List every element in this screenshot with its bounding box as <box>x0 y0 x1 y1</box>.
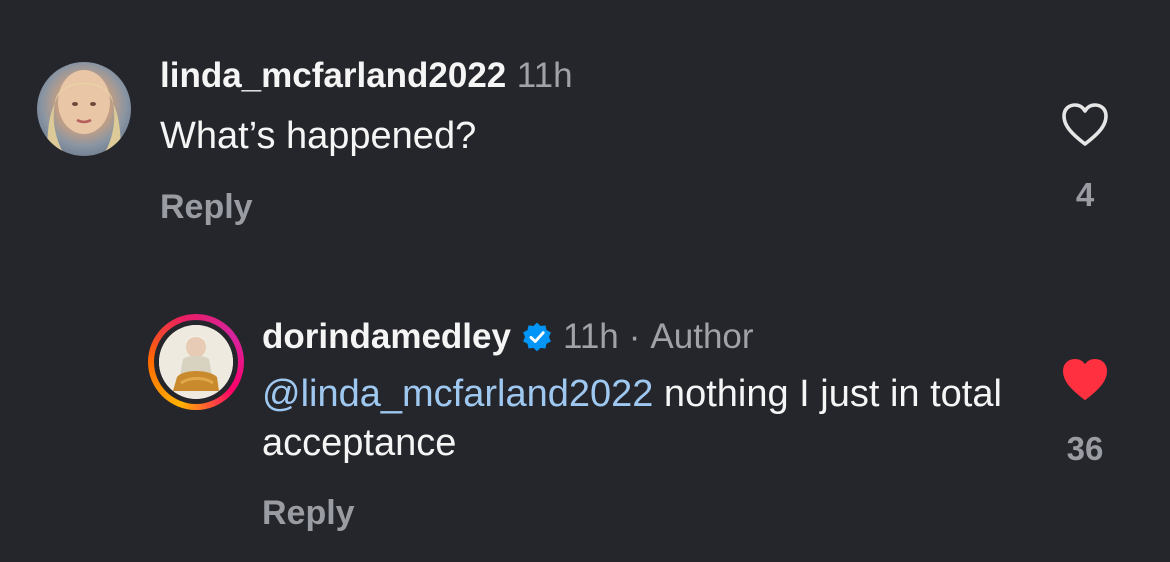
reply-button[interactable]: Reply <box>160 188 253 227</box>
comments-thread: linda_mcfarland2022 11h What’s happened?… <box>0 0 1170 562</box>
avatar[interactable] <box>37 62 131 156</box>
avatar-image <box>47 70 121 156</box>
like-button[interactable] <box>1060 102 1110 153</box>
verified-badge-icon <box>521 321 553 353</box>
like-button[interactable] <box>1060 357 1110 408</box>
comment-username[interactable]: dorindamedley <box>262 317 511 357</box>
heart-outline-icon <box>1062 103 1108 146</box>
mention-link[interactable]: @linda_mcfarland2022 <box>262 373 653 415</box>
meta-separator: · <box>628 317 641 356</box>
author-tag: Author <box>650 317 754 356</box>
comment-timestamp: 11h <box>562 317 619 356</box>
comment-username[interactable]: linda_mcfarland2022 <box>160 56 506 95</box>
comment-text: @linda_mcfarland2022 nothing I just in t… <box>262 370 1002 468</box>
like-count: 4 <box>1075 176 1095 213</box>
comment-timestamp: 11h <box>516 56 573 95</box>
reply-button[interactable]: Reply <box>262 494 355 533</box>
comment-header: dorindamedley 11h · Author <box>262 317 754 357</box>
heart-filled-icon <box>1063 359 1107 400</box>
comment-text: What’s happened? <box>160 115 477 157</box>
avatar <box>159 325 233 399</box>
avatar-story-ring[interactable] <box>148 314 244 410</box>
like-count: 36 <box>1066 430 1104 467</box>
comment-header: linda_mcfarland2022 11h <box>160 56 573 96</box>
avatar-image <box>159 325 233 399</box>
